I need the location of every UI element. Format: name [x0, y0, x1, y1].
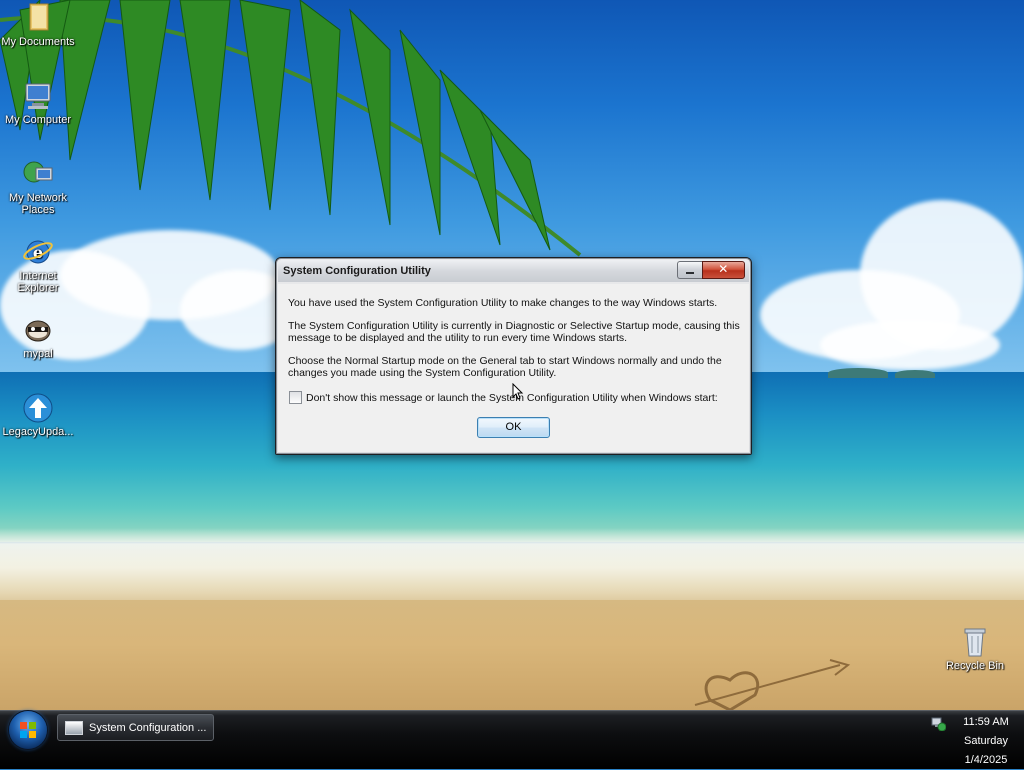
network-tray-icon[interactable] [930, 715, 946, 731]
clock-day: Saturday [963, 735, 1009, 747]
taskbar-clock[interactable]: 11:59 AM Saturday 1/4/2025 [956, 713, 1016, 770]
dialog-message-1: You have used the System Configuration U… [288, 297, 718, 309]
desktop-icon-label: LegacyUpda... [2, 426, 74, 438]
dont-show-again-checkbox[interactable] [289, 391, 302, 404]
desktop-icon-label: mypal [23, 348, 53, 360]
clock-time: 11:59 AM [963, 716, 1009, 728]
dialog-titlebar[interactable]: System Configuration Utility ✕ [278, 260, 749, 282]
desktop-icon-label: My Computer [4, 114, 72, 126]
desktop-icon-my-documents[interactable]: My Documents [0, 2, 76, 48]
folder-icon [22, 2, 54, 34]
desktop-icon-internet-explorer[interactable]: e Internet Explorer [0, 236, 76, 294]
taskbar-window-label: System Configuration ... [89, 721, 207, 734]
internet-explorer-icon: e [22, 236, 54, 268]
dialog-body: You have used the System Configuration U… [278, 284, 749, 452]
desktop-icon-legacyupdate[interactable]: LegacyUpda... [0, 392, 76, 438]
desktop-icon-my-computer[interactable]: My Computer [0, 80, 76, 126]
desktop-icon-label: Internet Explorer [17, 270, 59, 294]
desktop-icon-label: My Documents [1, 36, 75, 48]
desktop-icon-label: Recycle Bin [945, 660, 1005, 672]
desktop-icon-my-network-places[interactable]: My Network Places [0, 158, 76, 216]
mypal-raccoon-icon [22, 314, 54, 346]
recycle-bin-icon [959, 626, 991, 658]
minimize-button[interactable] [677, 261, 702, 279]
system-configuration-dialog: System Configuration Utility ✕ You have … [275, 257, 752, 455]
close-button[interactable]: ✕ [701, 261, 745, 279]
sand-heart-drawing [694, 659, 851, 710]
caption-buttons: ✕ [677, 261, 745, 279]
dialog-message-3: Choose the Normal Startup mode on the Ge… [288, 355, 722, 379]
close-icon: ✕ [718, 262, 729, 276]
ok-button[interactable]: OK [477, 417, 550, 438]
clock-date: 1/4/2025 [964, 754, 1008, 766]
legacy-update-icon [22, 392, 54, 424]
desktop-icon-recycle-bin[interactable]: Recycle Bin [937, 626, 1013, 672]
windows-logo-icon [20, 722, 36, 738]
desktop-icon-mypal[interactable]: mypal [0, 314, 76, 360]
dont-show-again-row[interactable]: Don't show this message or launch the Sy… [289, 391, 718, 404]
system-configuration-app-icon [65, 720, 83, 735]
desktop-icon-label: My Network Places [8, 192, 68, 216]
start-button[interactable] [9, 711, 47, 749]
computer-icon [22, 80, 54, 112]
dialog-title: System Configuration Utility [283, 265, 431, 277]
taskbar-window-button[interactable]: System Configuration ... [57, 714, 214, 741]
mouse-cursor-icon [512, 383, 524, 400]
taskbar: System Configuration ... 11:59 AM Saturd… [0, 710, 1024, 769]
network-globe-icon [22, 158, 54, 190]
dialog-message-2: The System Configuration Utility is curr… [288, 320, 740, 344]
